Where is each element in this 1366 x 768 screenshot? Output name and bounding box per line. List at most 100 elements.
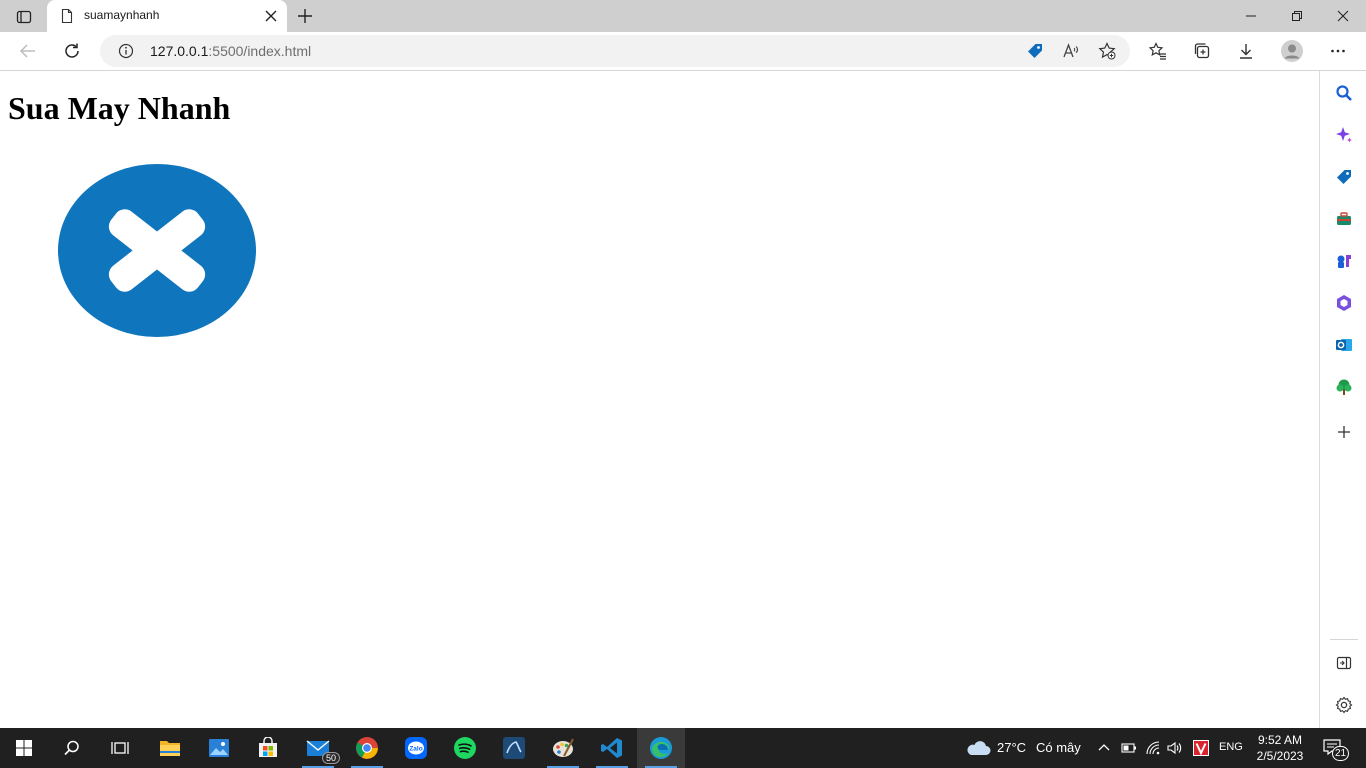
chrome-button[interactable]: [343, 728, 391, 768]
add-favorite-icon[interactable]: [1098, 42, 1116, 60]
avatar-icon: [1281, 40, 1303, 62]
file-explorer-button[interactable]: [146, 728, 194, 768]
wifi-icon[interactable]: [1145, 740, 1161, 756]
search-icon: [1336, 85, 1352, 101]
download-icon: [1240, 44, 1252, 59]
url-path: :5500/index.html: [208, 43, 312, 59]
url-text[interactable]: 127.0.0.1:5500/index.html: [150, 43, 311, 59]
weather-text[interactable]: Có mây: [1036, 740, 1081, 755]
volume-icon[interactable]: [1166, 740, 1184, 756]
arrow-left-icon: [19, 44, 35, 58]
tab-close-button[interactable]: [263, 8, 279, 24]
edge-button[interactable]: [637, 728, 685, 768]
paint-button[interactable]: [539, 728, 587, 768]
close-icon: [1337, 10, 1349, 22]
tree-icon: [1336, 379, 1352, 395]
more-horizontal-icon: [1331, 49, 1345, 53]
games-icon: [1337, 255, 1351, 268]
tab-title: suamaynhanh: [84, 8, 160, 22]
notification-count: 21: [1332, 746, 1350, 761]
windows-taskbar: 50 Zalo 27°C Có mây ENG 9:52 AM 2/5/2023…: [0, 728, 1366, 768]
vscode-button[interactable]: [588, 728, 636, 768]
sidebar-games-button[interactable]: [1330, 247, 1358, 275]
sidebar-add-button[interactable]: [1330, 418, 1358, 446]
profile-button[interactable]: [1277, 36, 1307, 66]
tab-actions-button[interactable]: [8, 6, 40, 28]
back-button[interactable]: [13, 36, 43, 66]
collections-button[interactable]: [1187, 36, 1217, 66]
svg-text:Zalo: Zalo: [409, 746, 422, 753]
windows-logo-icon: [16, 740, 32, 756]
clock-time: 9:52 AM: [1257, 733, 1303, 747]
spotify-icon: [454, 737, 476, 759]
sidebar-shopping-button[interactable]: [1330, 163, 1358, 191]
chrome-icon: [356, 737, 378, 759]
sidebar-search-button[interactable]: [1330, 79, 1358, 107]
hide-sidebar-button[interactable]: [1330, 649, 1358, 677]
clock-date: 2/5/2023: [1256, 749, 1304, 763]
minimize-icon: [1246, 15, 1256, 17]
cloud-icon[interactable]: [965, 739, 991, 757]
page-content: Sua May Nhanh: [0, 71, 1319, 728]
restore-icon: [1292, 11, 1302, 21]
page-title: Sua May Nhanh: [8, 90, 231, 126]
close-window-button[interactable]: [1320, 0, 1366, 32]
store-button[interactable]: [244, 728, 292, 768]
outlook-icon: [1336, 339, 1352, 351]
clock[interactable]: 9:52 AM 2/5/2023: [1252, 732, 1308, 764]
edge-sidebar: [1319, 71, 1366, 728]
spotify-button[interactable]: [441, 728, 489, 768]
settings-more-button[interactable]: [1323, 36, 1353, 66]
paint-palette-icon: [553, 738, 574, 757]
sidebar-tools-button[interactable]: [1330, 205, 1358, 233]
photos-icon: [209, 739, 229, 757]
zalo-button[interactable]: Zalo: [392, 728, 440, 768]
downloads-button[interactable]: [1231, 36, 1261, 66]
language-indicator[interactable]: ENG: [1219, 741, 1243, 753]
add-icon: [1338, 426, 1350, 438]
taskbar-search-button[interactable]: [48, 728, 96, 768]
search-icon: [64, 740, 79, 756]
chevron-up-icon[interactable]: [1098, 742, 1110, 752]
zalo-icon: Zalo: [405, 737, 427, 759]
sparkle-icon: [1336, 127, 1352, 143]
blue-circle-x-icon: [58, 164, 256, 337]
refresh-button[interactable]: [57, 36, 87, 66]
sidebar-copilot-button[interactable]: [1330, 121, 1358, 149]
restore-button[interactable]: [1274, 0, 1320, 32]
vscode-icon: [601, 738, 622, 758]
address-bar[interactable]: 127.0.0.1:5500/index.html: [100, 35, 1130, 67]
store-icon: [259, 737, 277, 757]
browser-tab[interactable]: suamaynhanh: [47, 0, 287, 32]
plus-icon: [298, 9, 312, 23]
vietkey-icon[interactable]: [1192, 739, 1210, 757]
photos-button[interactable]: [195, 728, 243, 768]
tools-icon: [1337, 212, 1351, 225]
task-view-icon: [111, 742, 129, 754]
collections-icon: [1194, 43, 1210, 59]
shopping-tag-icon[interactable]: [1026, 42, 1044, 60]
sidebar-office-button[interactable]: [1330, 289, 1358, 317]
sidebar-outlook-button[interactable]: [1330, 331, 1358, 359]
refresh-icon: [65, 43, 79, 58]
weather-temp[interactable]: 27°C: [997, 740, 1026, 755]
edge-icon: [650, 737, 672, 759]
tab-actions-icon: [16, 10, 32, 24]
new-tab-button[interactable]: [294, 5, 316, 27]
favorites-button[interactable]: [1143, 36, 1173, 66]
read-aloud-icon[interactable]: [1062, 42, 1080, 60]
start-button[interactable]: [0, 728, 48, 768]
minimize-button[interactable]: [1228, 0, 1274, 32]
task-view-button[interactable]: [96, 728, 144, 768]
battery-icon[interactable]: [1121, 741, 1137, 755]
sidebar-tree-button[interactable]: [1330, 373, 1358, 401]
info-icon[interactable]: [118, 43, 134, 59]
mysql-workbench-icon: [503, 737, 525, 759]
sidebar-settings-button[interactable]: [1330, 691, 1358, 719]
notification-center-button[interactable]: 21: [1318, 736, 1358, 761]
mysql-workbench-button[interactable]: [490, 728, 538, 768]
page-icon: [61, 8, 73, 24]
sidebar-divider: [1330, 639, 1358, 640]
mail-button[interactable]: 50: [294, 728, 342, 768]
title-bar: suamaynhanh: [0, 0, 1366, 32]
